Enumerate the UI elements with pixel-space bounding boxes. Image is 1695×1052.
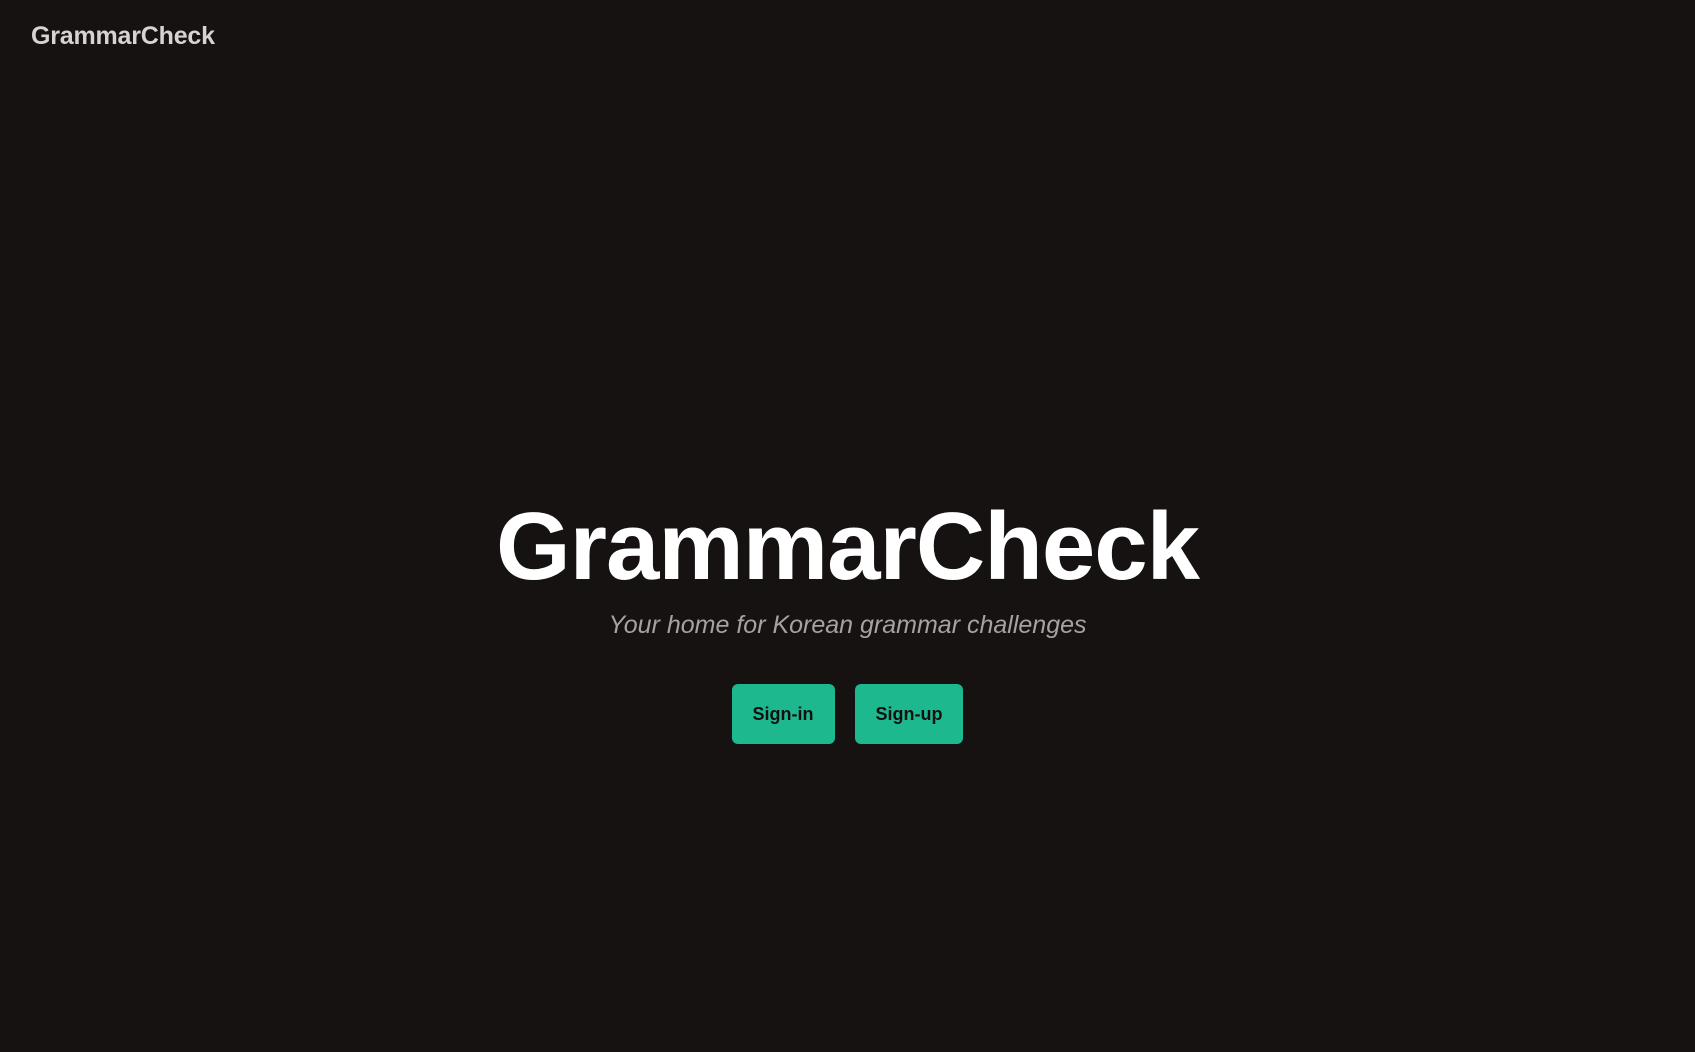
sign-in-button[interactable]: Sign-in [731, 684, 835, 744]
auth-actions: Sign-in Sign-up [0, 684, 1695, 744]
hero-section: GrammarCheck Your home for Korean gramma… [0, 488, 1695, 744]
brand-logo-text[interactable]: GrammarCheck [31, 22, 215, 51]
sign-up-button[interactable]: Sign-up [854, 684, 964, 744]
hero-title: GrammarCheck [495, 493, 1200, 600]
hero-subtitle: Your home for Korean grammar challenges [608, 611, 1087, 639]
landing-page: GrammarCheck GrammarCheck Your home for … [0, 0, 1695, 1052]
